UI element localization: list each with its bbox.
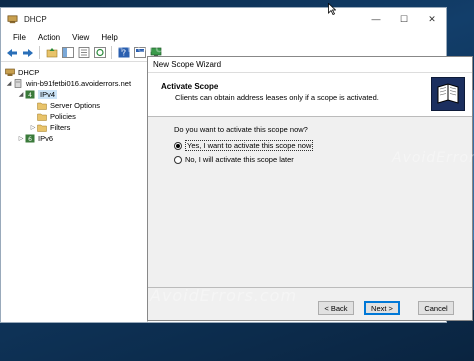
watermark-right: AvoidErrors.com [392,150,474,166]
server-icon [14,79,22,88]
wizard-body: Do you want to activate this scope now? … [148,118,472,288]
wizard-heading: Activate Scope [161,82,219,91]
collapse-arrow-icon[interactable]: ◢ [17,91,25,98]
tree-item-policies[interactable]: Policies [1,111,147,122]
forward-icon[interactable] [21,46,34,59]
minimize-button[interactable]: — [362,8,390,30]
tree-label-server: win-b91fetbi016.avoiderrors.net [26,79,132,88]
tree-label-ipv6: IPv6 [38,134,54,143]
refresh-icon[interactable] [93,46,106,59]
menu-file[interactable]: File [7,33,32,42]
tree-label-policies: Policies [50,112,76,121]
expand-arrow-icon[interactable]: ▷ [29,124,37,131]
radio-activate-later[interactable]: No, I will activate this scope later [174,155,294,164]
maximize-button[interactable]: ☐ [390,8,418,30]
dhcp-app-icon [7,14,18,23]
tree-item-ipv6[interactable]: ▷ 6 IPv6 [1,133,147,144]
window-controls: — ☐ ✕ [362,8,446,30]
ipv6-icon: 6 [25,134,35,143]
radio-selected-icon[interactable] [174,141,182,150]
back-button[interactable]: < Back [318,301,354,315]
svg-text:4: 4 [28,92,32,99]
console-tree-icon[interactable] [61,46,74,59]
tree-label-filters: Filters [50,123,71,132]
back-icon[interactable] [5,46,18,59]
console-tree: DHCP ◢ win-b91fetbi016.avoiderrors.net ◢… [1,63,148,322]
activate-question: Do you want to activate this scope now? [174,125,308,134]
menu-view[interactable]: View [66,33,95,42]
radio-activate-now[interactable]: Yes, I want to activate this scope now [174,140,314,151]
up-folder-icon[interactable] [45,46,58,59]
tree-item-dhcp[interactable]: DHCP [1,67,147,78]
dhcp-node-icon [5,68,15,76]
tree-item-filters[interactable]: ▷ Filters [1,122,147,133]
expand-arrow-icon[interactable]: ▷ [17,135,25,142]
cancel-button[interactable]: Cancel [418,301,454,315]
next-button[interactable]: Next > [364,301,400,315]
toolbar-separator [39,46,40,59]
wizard-title: New Scope Wizard [153,60,222,69]
radio-activate-now-label: Yes, I want to activate this scope now [185,140,314,151]
svg-text:6: 6 [28,136,32,143]
close-button[interactable]: ✕ [418,8,446,30]
wizard-subheading: Clients can obtain address leases only i… [175,93,379,102]
window-title: DHCP [24,14,47,24]
wizard-header: Activate Scope Clients can obtain addres… [148,73,472,117]
tree-label-ipv4: IPv4 [38,90,58,99]
tree-item-ipv4[interactable]: ◢ 4 IPv4 [1,89,147,100]
collapse-arrow-icon[interactable]: ◢ [5,80,13,87]
watermark-top: AvoidErrors.com [112,36,276,57]
folder-icon [37,113,47,121]
radio-unselected-icon[interactable] [174,155,182,164]
tree-item-server[interactable]: ◢ win-b91fetbi016.avoiderrors.net [1,78,147,89]
watermark-bottom: AvoidErrors.com [150,286,298,305]
new-scope-wizard-dialog: New Scope Wizard Activate Scope Clients … [147,56,473,321]
wizard-title-bar[interactable]: New Scope Wizard [148,57,472,73]
tree-label-dhcp: DHCP [18,68,40,77]
ipv4-icon: 4 [25,90,35,99]
radio-activate-later-label: No, I will activate this scope later [185,155,294,164]
wizard-book-icon [431,77,465,111]
export-list-icon[interactable] [77,46,90,59]
tree-item-server-options[interactable]: Server Options [1,100,147,111]
mouse-cursor-icon [328,3,336,15]
tree-label-server-options: Server Options [50,101,101,110]
folder-icon [37,124,47,132]
folder-icon [37,102,47,110]
menu-action[interactable]: Action [32,33,66,42]
